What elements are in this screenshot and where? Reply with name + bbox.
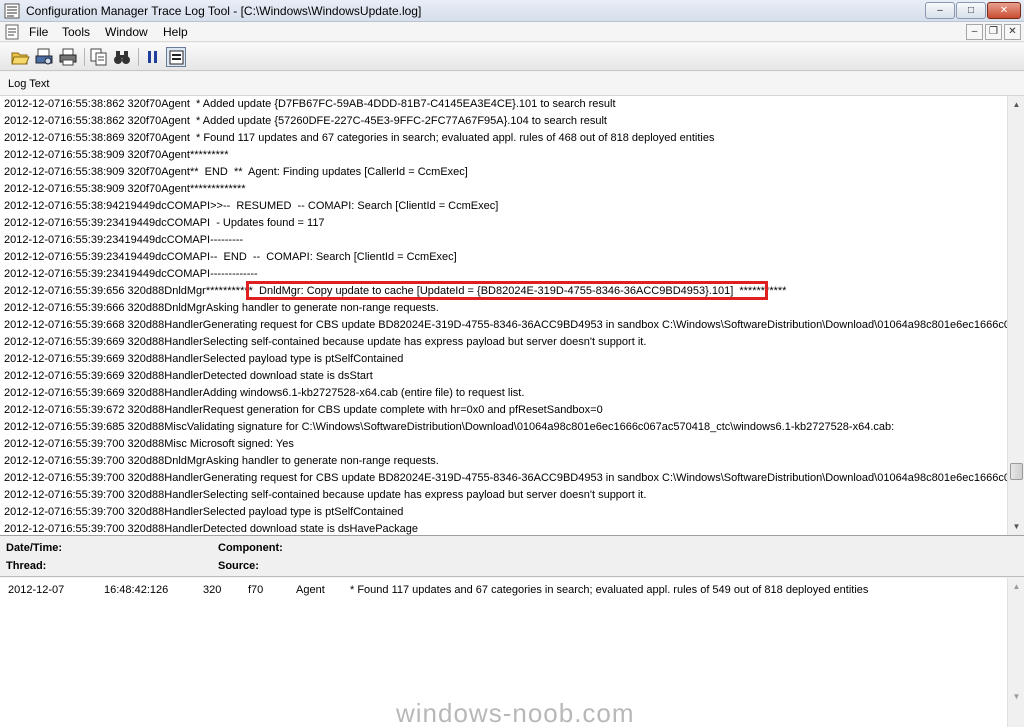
print-icon[interactable] (58, 47, 78, 67)
print-preview-icon[interactable] (34, 47, 54, 67)
log-row[interactable]: 2012-12-0716:55:39:700 320d88HandlerSele… (4, 504, 403, 521)
copy-icon[interactable] (89, 47, 109, 67)
detail-component: Agent (296, 584, 325, 596)
log-row[interactable]: 2012-12-0716:55:38:869 320f70Agent * Fou… (4, 130, 714, 147)
scroll-down-arrow-icon[interactable]: ▼ (1008, 688, 1024, 705)
log-row[interactable]: 2012-12-0716:55:39:666 320d88DnldMgrAski… (4, 300, 439, 317)
log-row[interactable]: 2012-12-0716:55:39:700 320d88DnldMgrAski… (4, 453, 439, 470)
document-icon[interactable] (4, 24, 20, 40)
maximize-button[interactable]: □ (956, 2, 986, 19)
open-folder-icon[interactable] (10, 47, 30, 67)
log-row-text: 2012-12-0716:55:39:23419449dcCOMAPI-----… (4, 234, 244, 246)
menu-help[interactable]: Help (163, 25, 188, 39)
detail-vertical-scrollbar[interactable]: ▲ ▼ (1007, 578, 1024, 727)
log-row[interactable]: 2012-12-0716:55:38:862 320f70Agent * Add… (4, 96, 616, 113)
log-row-text: 2012-12-0716:55:39:672 320d88HandlerRequ… (4, 404, 603, 416)
log-row-text: 2012-12-0716:55:38:862 320f70Agent * Add… (4, 98, 616, 110)
find-binoculars-icon[interactable] (112, 47, 132, 67)
component-label: Component: (218, 542, 283, 554)
log-row-text: 2012-12-0716:55:39:23419449dcCOMAPI - Up… (4, 217, 325, 229)
log-row-text: 2012-12-0716:55:39:700 320d88HandlerSele… (4, 489, 647, 501)
log-row-text: 2012-12-0716:55:39:669 320d88HandlerAddi… (4, 387, 525, 399)
detail-time: 16:48:42:126 (104, 584, 169, 596)
menu-tools[interactable]: Tools (62, 25, 90, 39)
log-row-text: 2012-12-0716:55:39:23419449dcCOMAPI-- EN… (4, 251, 457, 263)
pause-icon[interactable] (143, 47, 163, 67)
menu-window[interactable]: Window (105, 25, 148, 39)
log-row[interactable]: 2012-12-0716:55:39:700 320d88HandlerDete… (4, 521, 419, 535)
log-row[interactable]: 2012-12-0716:55:38:94219449dcCOMAPI>>-- … (4, 198, 498, 215)
toolbar-separator (84, 48, 85, 66)
detail-thread-id: f70 (248, 584, 264, 596)
log-row[interactable]: 2012-12-0716:55:39:672 320d88HandlerRequ… (4, 402, 603, 419)
log-row[interactable]: 2012-12-0716:55:39:700 320d88HandlerSele… (4, 487, 646, 504)
log-row-text: 2012-12-0716:55:39:669 320d88HandlerSele… (4, 336, 647, 348)
toolbar-separator (138, 48, 139, 66)
mdi-close-button[interactable]: ✕ (1004, 24, 1021, 40)
log-row[interactable]: 2012-12-0716:55:39:669 320d88HandlerAddi… (4, 385, 524, 402)
datetime-label: Date/Time: (6, 542, 63, 554)
log-row-text: 2012-12-0716:55:39:669 320d88HandlerDete… (4, 370, 373, 382)
thread-label: Thread: (6, 560, 47, 572)
log-row-text: 2012-12-0716:55:38:94219449dcCOMAPI>>-- … (4, 200, 499, 212)
log-vertical-scrollbar[interactable]: ▲ ▼ (1007, 96, 1024, 535)
log-row-text: 2012-12-0716:55:39:700 320d88HandlerSele… (4, 506, 404, 518)
log-row[interactable]: 2012-12-0716:55:39:685 320d88MiscValidat… (4, 419, 894, 436)
log-row[interactable]: 2012-12-0716:55:39:23419449dcCOMAPI-----… (4, 266, 258, 283)
log-row-text: 2012-12-0716:55:38:909 320f70Agent******… (4, 183, 246, 195)
log-row[interactable]: 2012-12-0716:55:39:23419449dcCOMAPI-- EN… (4, 249, 457, 266)
scroll-up-arrow-icon[interactable]: ▲ (1008, 96, 1024, 113)
detail-process-id: 320 (203, 584, 222, 596)
watermark: windows-noob.com (396, 698, 635, 727)
window-title: Configuration Manager Trace Log Tool - [… (26, 4, 422, 18)
log-row[interactable]: 2012-12-0716:55:39:669 320d88HandlerSele… (4, 334, 646, 351)
log-row-text: 2012-12-0716:55:39:700 320d88Misc Micros… (4, 438, 294, 450)
log-row[interactable]: 2012-12-0716:55:39:700 320d88Misc Micros… (4, 436, 294, 453)
minimize-button[interactable]: ‒ (925, 2, 955, 19)
log-row-text: 2012-12-0716:55:39:700 320d88HandlerGene… (4, 472, 1024, 484)
log-row-text: 2012-12-0716:55:39:23419449dcCOMAPI-----… (4, 268, 258, 280)
log-row[interactable]: 2012-12-0716:55:38:909 320f70Agent******… (4, 181, 246, 198)
log-row[interactable]: 2012-12-0716:55:38:909 320f70Agent******… (4, 147, 228, 164)
menu-file[interactable]: File (29, 25, 48, 39)
log-row[interactable]: 2012-12-0716:55:39:669 320d88HandlerDete… (4, 368, 373, 385)
log-row[interactable]: 2012-12-0716:55:39:23419449dcCOMAPI-----… (4, 232, 243, 249)
scroll-up-arrow-icon[interactable]: ▲ (1008, 578, 1024, 595)
log-row-text: 2012-12-0716:55:39:669 320d88HandlerSele… (4, 353, 404, 365)
log-row-text: 2012-12-0716:55:38:869 320f70Agent * Fou… (4, 132, 715, 144)
log-row[interactable]: 2012-12-0716:55:39:668 320d88HandlerGene… (4, 317, 1024, 334)
title-bar: Configuration Manager Trace Log Tool - [… (0, 0, 1024, 22)
source-label: Source: (218, 560, 259, 572)
log-row-text: 2012-12-0716:55:38:909 320f70Agent** END… (4, 166, 468, 178)
red-highlight-annotation (246, 281, 768, 300)
log-row-text: 2012-12-0716:55:39:700 320d88DnldMgrAski… (4, 455, 439, 467)
log-text-column-label: Log Text (8, 78, 50, 90)
scroll-thumb[interactable] (1010, 463, 1023, 480)
app-icon (4, 3, 20, 19)
log-row[interactable]: 2012-12-0716:55:38:862 320f70Agent * Add… (4, 113, 607, 130)
mdi-restore-button[interactable]: ❐ (985, 24, 1002, 40)
log-row[interactable]: 2012-12-0716:55:38:909 320f70Agent** END… (4, 164, 468, 181)
log-row-text: 2012-12-0716:55:38:909 320f70Agent******… (4, 149, 229, 161)
detail-message: * Found 117 updates and 67 categories in… (350, 584, 869, 596)
trace-log-tool-window: Configuration Manager Trace Log Tool - [… (0, 0, 1024, 727)
log-row-text: 2012-12-0716:55:39:668 320d88HandlerGene… (4, 319, 1024, 331)
log-list[interactable]: 2012-12-0716:55:38:862 320f70Agent * Add… (0, 96, 1024, 536)
log-row[interactable]: 2012-12-0716:55:39:23419449dcCOMAPI - Up… (4, 215, 325, 232)
detail-date: 2012-12-07 (8, 584, 65, 596)
toolbar (0, 43, 1024, 71)
menu-bar: File Tools Window Help (0, 22, 1024, 42)
log-row-text: 2012-12-0716:55:39:685 320d88MiscValidat… (4, 421, 895, 433)
log-column-header[interactable]: Log Text (0, 72, 1024, 96)
close-button[interactable]: ✕ (987, 2, 1021, 19)
entry-details: Date/Time: Component: Thread: Source: (0, 537, 1024, 577)
log-row[interactable]: 2012-12-0716:55:39:669 320d88HandlerSele… (4, 351, 403, 368)
highlight-view-icon[interactable] (166, 47, 186, 67)
mdi-minimize-button[interactable]: ‒ (966, 24, 983, 40)
scroll-down-arrow-icon[interactable]: ▼ (1008, 518, 1024, 535)
log-row[interactable]: 2012-12-0716:55:39:700 320d88HandlerGene… (4, 470, 1024, 487)
log-row-text: 2012-12-0716:55:39:700 320d88HandlerDete… (4, 523, 419, 535)
log-row-text: 2012-12-0716:55:38:862 320f70Agent * Add… (4, 115, 607, 127)
log-row-text: 2012-12-0716:55:39:666 320d88DnldMgrAski… (4, 302, 439, 314)
